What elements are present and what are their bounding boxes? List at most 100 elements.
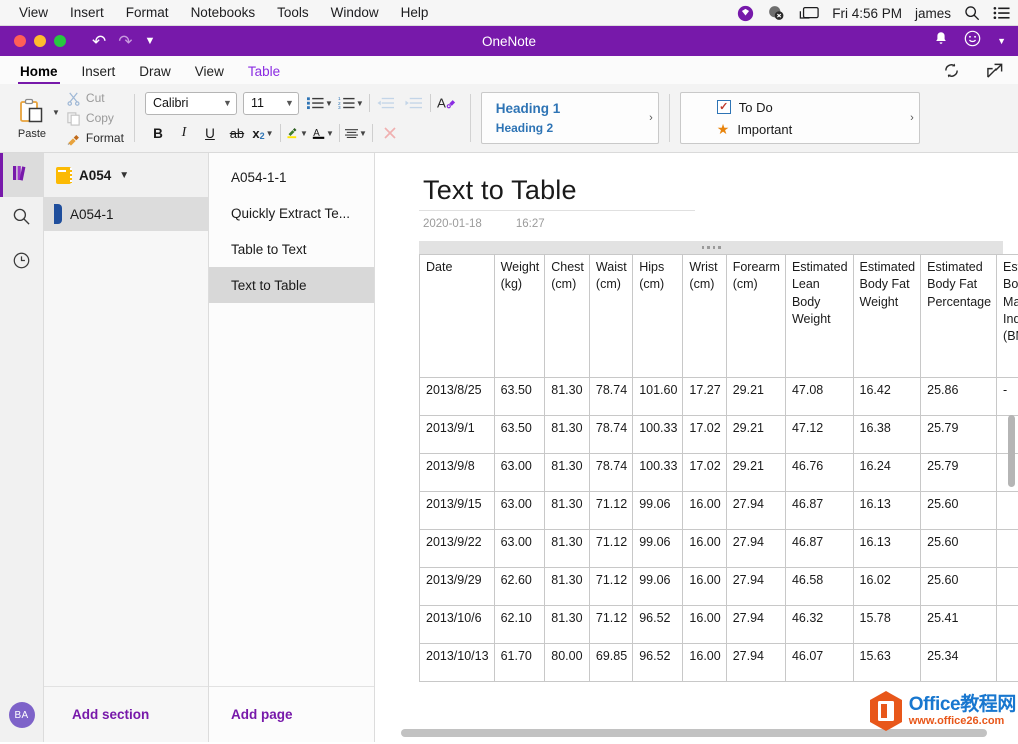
table-cell[interactable]: 78.74	[589, 416, 632, 454]
table-cell[interactable]: 2013/9/15	[420, 492, 495, 530]
table-cell[interactable]: 61.70	[494, 644, 545, 682]
table-cell[interactable]: 62.60	[494, 568, 545, 606]
table-cell[interactable]: 71.12	[589, 492, 632, 530]
avatar[interactable]: BA	[9, 702, 35, 728]
table-cell[interactable]: 81.30	[545, 530, 590, 568]
paste-options-chevron-icon[interactable]: ▼	[52, 108, 60, 117]
copy-button[interactable]: Copy	[66, 109, 124, 128]
table-cell[interactable]: 99.06	[633, 492, 683, 530]
table-cell[interactable]: 96.52	[633, 606, 683, 644]
chevron-down-icon[interactable]: ▼	[119, 170, 129, 181]
tags-gallery[interactable]: ✓ To Do ★ Important ›	[680, 92, 920, 144]
table-cell[interactable]: 29.21	[726, 416, 785, 454]
redo-icon[interactable]: ↷	[118, 33, 132, 50]
vertical-scrollbar-thumb[interactable]	[1008, 415, 1015, 487]
italic-button[interactable]: I	[171, 122, 197, 144]
control-center-icon[interactable]	[993, 6, 1010, 20]
chevron-down-icon[interactable]: ▼	[359, 129, 367, 138]
table-cell[interactable]: 25.41	[921, 606, 997, 644]
table-cell[interactable]: 27.94	[726, 644, 785, 682]
table-cell[interactable]: 81.30	[545, 416, 590, 454]
table-cell[interactable]: 63.00	[494, 492, 545, 530]
chevron-down-icon[interactable]: ▼	[997, 36, 1006, 46]
page-item-quickly-extract[interactable]: Quickly Extract Te...	[209, 195, 374, 231]
table-cell[interactable]: 46.07	[785, 644, 853, 682]
table-cell[interactable]	[997, 568, 1018, 606]
table-cell[interactable]: 47.12	[785, 416, 853, 454]
strikethrough-button[interactable]: ab	[223, 122, 251, 144]
tab-insert[interactable]: Insert	[72, 61, 126, 84]
rail-recent-button[interactable]	[0, 241, 44, 285]
table-cell[interactable]: 99.06	[633, 568, 683, 606]
font-family-select[interactable]: Calibri ▼	[145, 92, 237, 115]
chevron-down-icon[interactable]: ▼	[300, 129, 308, 138]
menu-item-notebooks[interactable]: Notebooks	[180, 0, 267, 26]
table-cell[interactable]: 16.02	[853, 568, 921, 606]
table-cell[interactable]: 17.27	[683, 378, 726, 416]
table-cell[interactable]: 71.12	[589, 568, 632, 606]
bullet-list-button[interactable]: ▼	[307, 92, 333, 114]
cut-button[interactable]: Cut	[66, 89, 124, 108]
close-window-button[interactable]	[14, 35, 26, 47]
table-cell[interactable]: 46.87	[785, 492, 853, 530]
table-cell[interactable]	[997, 644, 1018, 682]
table-cell[interactable]: 62.10	[494, 606, 545, 644]
table-cell[interactable]: -	[997, 378, 1018, 416]
table-cell[interactable]: 63.50	[494, 416, 545, 454]
page-title[interactable]: Text to Table	[375, 153, 1018, 210]
style-heading-2[interactable]: Heading 2	[496, 121, 561, 135]
page-canvas[interactable]: Text to Table 2020-01-18 16:27 Dat	[375, 153, 1018, 742]
tab-home[interactable]: Home	[10, 61, 68, 84]
table-cell[interactable]: 16.00	[683, 644, 726, 682]
add-page-button[interactable]: Add page	[231, 707, 293, 722]
maximize-window-button[interactable]	[54, 35, 66, 47]
table-cell[interactable]: 25.60	[921, 568, 997, 606]
table-cell[interactable]: 63.00	[494, 454, 545, 492]
table-cell[interactable]: 2013/8/25	[420, 378, 495, 416]
table-cell[interactable]: 15.78	[853, 606, 921, 644]
menu-item-tools[interactable]: Tools	[266, 0, 320, 26]
table-cell[interactable]: 99.06	[633, 530, 683, 568]
subscript-button[interactable]: x2 ▼	[251, 122, 275, 144]
table-cell[interactable]: 81.30	[545, 492, 590, 530]
page-item-text-to-table[interactable]: Text to Table	[209, 267, 374, 303]
numbered-list-button[interactable]: 1 2 3 ▼	[338, 92, 364, 114]
page-time[interactable]: 16:27	[516, 218, 545, 230]
rail-notebooks-button[interactable]	[0, 153, 44, 197]
table-cell[interactable]: 46.32	[785, 606, 853, 644]
table-cell[interactable]: 71.12	[589, 606, 632, 644]
chevron-down-icon[interactable]: ▼	[266, 129, 274, 138]
table-cell[interactable]: 46.76	[785, 454, 853, 492]
table-cell[interactable]: 78.74	[589, 378, 632, 416]
chevron-down-icon[interactable]: ▼	[326, 129, 334, 138]
table-cell[interactable]: 81.30	[545, 568, 590, 606]
menu-item-insert[interactable]: Insert	[59, 0, 115, 26]
table-cell[interactable]: 100.33	[633, 416, 683, 454]
share-icon[interactable]	[986, 62, 1004, 84]
table-cell[interactable]: 16.13	[853, 492, 921, 530]
table-cell[interactable]: 25.60	[921, 530, 997, 568]
table-cell[interactable]: 15.63	[853, 644, 921, 682]
table-cell[interactable]: 2013/9/8	[420, 454, 495, 492]
table-cell[interactable]: 2013/9/1	[420, 416, 495, 454]
search-icon[interactable]	[964, 5, 980, 21]
minimize-window-button[interactable]	[34, 35, 46, 47]
styles-gallery[interactable]: Heading 1 Heading 2 ›	[481, 92, 659, 144]
styles-gallery-expand-icon[interactable]: ›	[649, 112, 653, 124]
horizontal-scrollbar-thumb[interactable]	[401, 729, 987, 737]
chevron-down-icon[interactable]: ▼	[356, 99, 364, 108]
table-cell[interactable]: 25.34	[921, 644, 997, 682]
font-size-select[interactable]: 11 ▼	[243, 92, 299, 115]
menu-item-window[interactable]: Window	[320, 0, 390, 26]
bold-button[interactable]: B	[145, 122, 171, 144]
table-cell[interactable]: 25.60	[921, 492, 997, 530]
dropbox-icon[interactable]	[767, 5, 786, 21]
table-cell[interactable]: 17.02	[683, 454, 726, 492]
table-cell[interactable]: 16.42	[853, 378, 921, 416]
clock[interactable]: Fri 4:56 PM	[832, 6, 902, 21]
undo-icon[interactable]: ↶	[92, 33, 106, 50]
smiley-icon[interactable]	[964, 30, 981, 52]
remove-tag-button[interactable]	[378, 122, 402, 144]
data-table[interactable]: Date Weight (kg) Chest (cm) Waist (cm) H…	[419, 254, 1018, 682]
page-item-table-to-text[interactable]: Table to Text	[209, 231, 374, 267]
